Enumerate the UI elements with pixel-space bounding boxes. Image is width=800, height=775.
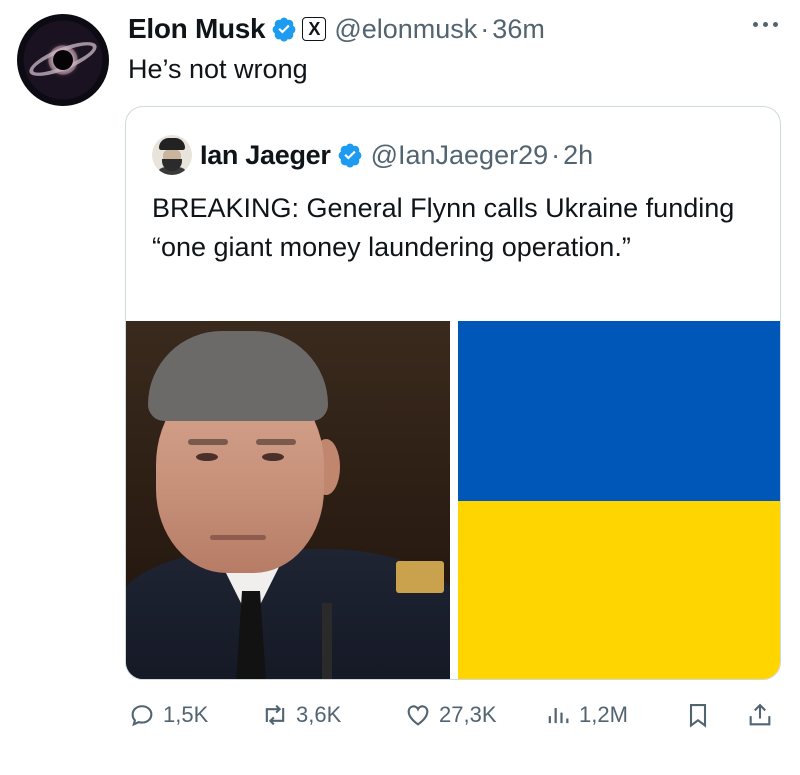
reply-button[interactable]: 1,5K bbox=[128, 698, 208, 732]
x-affiliation-icon: X bbox=[302, 17, 327, 41]
action-bar: 1,5K 3,6K 27,3K 1,2M bbox=[128, 698, 780, 732]
verified-badge-icon bbox=[272, 17, 296, 42]
bookmark-button[interactable] bbox=[684, 698, 712, 732]
quoted-media[interactable] bbox=[126, 321, 780, 679]
share-icon bbox=[749, 703, 771, 726]
share-button[interactable] bbox=[746, 698, 774, 732]
repost-count: 3,6K bbox=[296, 702, 342, 727]
quoted-tweet[interactable]: Ian Jaeger @IanJaeger29 · 2h BREAKING: G… bbox=[125, 106, 781, 680]
like-button[interactable]: 27,3K bbox=[404, 698, 497, 732]
views-chart-icon bbox=[548, 708, 569, 724]
quoted-tweet-text: BREAKING: General Flynn calls Ukraine fu… bbox=[152, 193, 735, 262]
tweet-text: He’s not wrong bbox=[128, 54, 308, 84]
like-count: 27,3K bbox=[439, 702, 497, 727]
views-button[interactable]: 1,2M bbox=[544, 698, 628, 732]
reply-count: 1,5K bbox=[163, 702, 209, 727]
quoted-verified-badge-icon bbox=[338, 143, 361, 168]
ukraine-flag-image[interactable] bbox=[458, 321, 780, 679]
repost-button[interactable]: 3,6K bbox=[261, 698, 341, 732]
quoted-author-avatar bbox=[152, 135, 192, 175]
views-count: 1,2M bbox=[579, 702, 628, 727]
author-avatar[interactable] bbox=[17, 14, 109, 106]
avatar-core bbox=[53, 50, 73, 70]
quoted-time: 2h bbox=[563, 139, 594, 170]
quoted-author-name: Ian Jaeger bbox=[200, 139, 331, 170]
quoted-tweet-header: Ian Jaeger @IanJaeger29 · 2h bbox=[152, 135, 593, 175]
tweet-time[interactable]: 36m bbox=[492, 14, 545, 45]
heart-icon bbox=[407, 705, 429, 726]
tweet-header: Elon Musk X @elonmusk · 36m bbox=[128, 10, 545, 48]
more-options-icon[interactable] bbox=[753, 22, 778, 27]
header-separator: · bbox=[480, 13, 490, 44]
quoted-author-handle: @IanJaeger29 bbox=[370, 139, 549, 170]
repost-icon bbox=[265, 704, 285, 726]
author-name[interactable]: Elon Musk bbox=[128, 13, 266, 45]
reply-icon bbox=[131, 705, 153, 727]
bookmark-icon bbox=[689, 704, 707, 728]
quoted-separator: · bbox=[551, 139, 561, 170]
portrait-photo[interactable] bbox=[126, 321, 450, 679]
flag-blue-stripe bbox=[458, 321, 780, 501]
author-handle[interactable]: @elonmusk bbox=[334, 14, 477, 45]
flag-yellow-stripe bbox=[458, 501, 780, 679]
